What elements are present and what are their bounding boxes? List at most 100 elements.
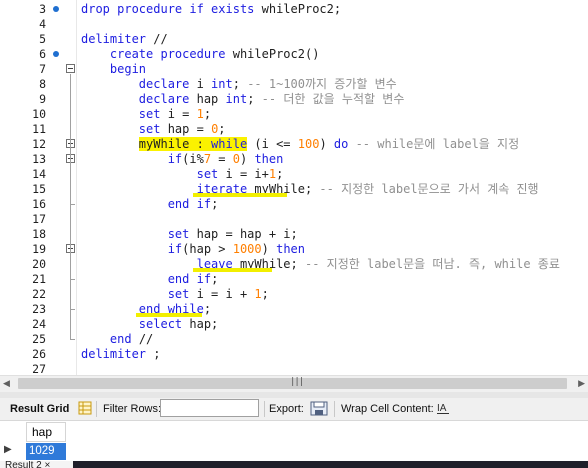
horizontal-scrollbar[interactable]: ◀ ||| ▶ (0, 375, 588, 392)
code-token: ; (203, 107, 212, 121)
result-toolbar: Result Grid Filter Rows: Export: Wrap Ce… (0, 398, 588, 421)
code-token: 1 (268, 167, 277, 181)
code-token: i = i+ (225, 167, 269, 181)
code-token: ; (261, 287, 269, 301)
fold-guide-end (70, 204, 75, 205)
code-token: delimiter (81, 32, 147, 46)
code-token: 7 (203, 152, 212, 166)
code-token: 100 (297, 137, 320, 151)
code-line[interactable]: 26 delimiter ; (0, 347, 588, 362)
fold-guide-end (70, 279, 75, 280)
tab-result-2[interactable]: Result 2 × (0, 461, 73, 468)
line-number: 21 (32, 272, 46, 286)
filter-rows-input[interactable] (160, 399, 259, 417)
code-line[interactable]: 15 iterate myWhile; -- 지정한 label문으로 가서 계… (0, 182, 588, 197)
statement-marker-icon[interactable] (53, 51, 59, 57)
result-cell[interactable]: 1029 (26, 443, 66, 460)
scroll-thumb[interactable]: ||| (18, 377, 567, 389)
code-token: 0 (232, 152, 240, 166)
code-token: do (333, 137, 349, 151)
fold-guide-end (70, 339, 75, 340)
wrap-icon[interactable]: IA (436, 401, 450, 418)
fold-toggle-icon[interactable] (66, 64, 75, 73)
code-line[interactable]: 14 set i = i+1; (0, 167, 588, 182)
code-line[interactable]: 5 delimiter // (0, 32, 588, 47)
code-token: ; (232, 77, 240, 91)
code-text: end // (81, 332, 153, 347)
code-token: set (138, 107, 168, 121)
line-number: 5 (39, 32, 46, 46)
code-line[interactable]: 8 declare i int; -- 1~100까지 증가할 변수 (0, 77, 588, 92)
line-number: 17 (32, 212, 46, 226)
code-line[interactable]: 11 set hap = 0; (0, 122, 588, 137)
code-token: -- 지정한 label문으로 가서 계속 진행 (312, 182, 539, 196)
code-line[interactable]: 3 drop procedure if exists whileProc2; (0, 2, 588, 17)
code-token: // (146, 32, 168, 46)
code-token: create procedure (109, 47, 233, 61)
code-line[interactable]: 4 (0, 17, 588, 32)
marker-underline (136, 313, 202, 317)
code-line[interactable]: 9 declare hap int; -- 더한 값을 누적할 변수 (0, 92, 588, 107)
code-token: ; (276, 167, 284, 181)
code-line[interactable]: 6 create procedure whileProc2() (0, 47, 588, 62)
code-line[interactable]: 17 (0, 212, 588, 227)
code-token: begin (109, 62, 147, 76)
code-line[interactable]: 24 select hap; (0, 317, 588, 332)
line-number: 14 (32, 167, 46, 181)
code-line[interactable]: 19 if(hap > 1000) then (0, 242, 588, 257)
code-line[interactable]: 27 (0, 362, 588, 375)
code-token: whileProc2; (261, 2, 342, 16)
column-header-hap[interactable]: hap (26, 422, 66, 442)
export-icon[interactable] (310, 401, 328, 419)
code-text: leave myWhile; -- 지정한 label문을 떠남. 즉, whi… (81, 257, 560, 272)
code-line[interactable]: 16 end if; (0, 197, 588, 212)
code-token: (i <= (247, 137, 298, 151)
code-line[interactable]: 22 set i = i + 1; (0, 287, 588, 302)
code-line[interactable]: 20 leave myWhile; -- 지정한 label문을 떠남. 즉, … (0, 257, 588, 272)
code-token: ) (319, 137, 334, 151)
code-token: hap = hap + i; (196, 227, 298, 241)
code-line[interactable]: 10 set i = 1; (0, 107, 588, 122)
code-token: hap; (189, 317, 219, 331)
code-text: if(hap > 1000) then (81, 242, 305, 257)
grid-icon[interactable] (78, 401, 92, 418)
code-text: create procedure whileProc2() (81, 47, 320, 62)
code-token: end if (167, 197, 212, 211)
code-line[interactable]: 18 set hap = hap + i; (0, 227, 588, 242)
line-number: 7 (39, 62, 46, 76)
marker-underline (193, 268, 272, 272)
code-token: = (211, 152, 233, 166)
sql-editor[interactable]: 3 drop procedure if exists whileProc2; 4 5 d… (0, 0, 588, 375)
code-line[interactable]: 25 end // (0, 332, 588, 347)
result-grid-tab[interactable]: Result Grid (10, 403, 69, 415)
code-line[interactable]: 12 myWhile : while (i <= 100) do -- whil… (0, 137, 588, 152)
code-token: end if (167, 272, 212, 286)
code-token: (i% (182, 152, 204, 166)
code-token: myWhile : (138, 137, 212, 151)
scroll-left-arrow-icon[interactable]: ◀ (3, 379, 10, 389)
line-number: 8 (39, 77, 46, 91)
code-token: select (138, 317, 190, 331)
code-line[interactable]: 23 end while; (0, 302, 588, 317)
code-line[interactable]: 13 if(i%7 = 0) then (0, 152, 588, 167)
code-token: whileProc2() (232, 47, 320, 61)
code-line[interactable]: 21 end if; (0, 272, 588, 287)
code-token: ) (240, 152, 255, 166)
scroll-grip-icon: ||| (290, 377, 304, 387)
line-number: 26 (32, 347, 46, 361)
scroll-right-arrow-icon[interactable]: ▶ (578, 379, 585, 389)
code-line[interactable]: 7 begin (0, 62, 588, 77)
statement-marker-icon[interactable] (53, 6, 59, 12)
